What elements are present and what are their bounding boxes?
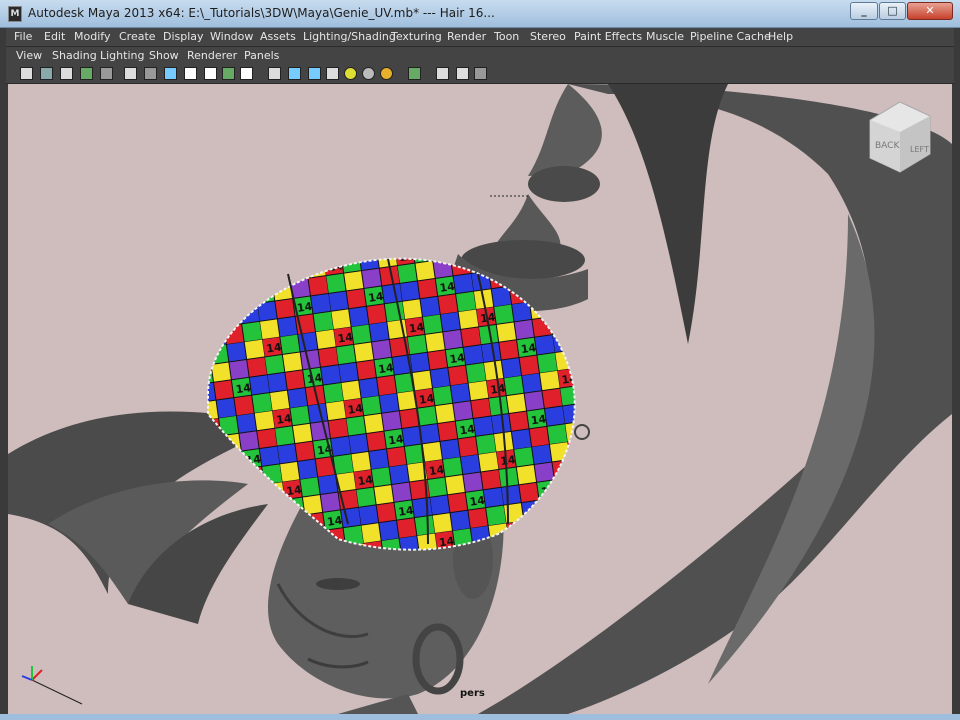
minimize-icon[interactable]: _ [850,2,878,20]
panel-menubar: View Shading Lighting Show Renderer Pane… [6,47,954,64]
title-bar[interactable]: M Autodesk Maya 2013 x64: E:\_Tutorials\… [0,0,960,28]
menu-render[interactable]: Render [447,30,486,43]
maya-app-icon: M [8,6,22,22]
viewcube-side-label: LEFT [910,145,929,154]
menu-pipeline-cache[interactable]: Pipeline Cache [690,30,771,43]
panel-menu-panels[interactable]: Panels [244,49,279,62]
default-light-icon[interactable] [344,67,357,80]
bookmark-icon[interactable] [60,67,73,80]
menu-edit[interactable]: Edit [44,30,65,43]
gate-mask-icon[interactable] [184,67,197,80]
maya-window: M Autodesk Maya 2013 x64: E:\_Tutorials\… [0,0,960,720]
grid-icon[interactable] [124,67,137,80]
camera-name-label: pers [460,688,485,699]
resolution-gate-icon[interactable] [164,67,177,80]
menu-toon[interactable]: Toon [494,30,519,43]
xray-joints-icon[interactable] [456,67,469,80]
2d-pan-zoom-icon[interactable] [100,67,113,80]
panel-menu-lighting[interactable]: Lighting [100,49,144,62]
menu-file[interactable]: File [14,30,32,43]
share-icon[interactable] [474,67,487,80]
wireframe-on-shaded-icon[interactable] [308,67,321,80]
menu-window[interactable]: Window [210,30,253,43]
isolate-select-icon[interactable] [436,67,449,80]
menu-muscle[interactable]: Muscle [646,30,684,43]
viewcube-back-label: BACK [875,141,900,151]
menu-modify[interactable]: Modify [74,30,110,43]
safe-action-icon[interactable] [222,67,235,80]
panel-menu-shading[interactable]: Shading [52,49,97,62]
safe-title-icon[interactable] [240,67,253,80]
axis-gizmo-icon [21,666,83,705]
menu-assets[interactable]: Assets [260,30,296,43]
menu-paint-effects[interactable]: Paint Effects [574,30,642,43]
wireframe-icon[interactable] [268,67,281,80]
shadows-icon[interactable] [380,67,393,80]
window-bottom-border [0,714,960,720]
panel-menu-view[interactable]: View [16,49,42,62]
smooth-shade-icon[interactable] [288,67,301,80]
maximize-icon[interactable]: □ [879,2,906,20]
window-title: Autodesk Maya 2013 x64: E:\_Tutorials\3D… [28,6,495,20]
panel-toolbar [6,64,954,84]
menu-stereo[interactable]: Stereo [530,30,566,43]
main-menubar: File Edit Modify Create Display Window A… [6,28,954,47]
film-gate-icon[interactable] [144,67,157,80]
menu-texturing[interactable]: Texturing [391,30,442,43]
panel-menu-renderer[interactable]: Renderer [187,49,237,62]
viewport-scene: 14 14 [8,84,952,714]
field-chart-icon[interactable] [204,67,217,80]
panel-menu-show[interactable]: Show [149,49,179,62]
textured-icon[interactable] [326,67,339,80]
menu-display[interactable]: Display [163,30,204,43]
perspective-viewport[interactable]: 14 14 [8,84,952,714]
image-plane-icon[interactable] [80,67,93,80]
close-icon[interactable]: ✕ [907,2,953,20]
menu-help[interactable]: Help [768,30,793,43]
menu-create[interactable]: Create [119,30,156,43]
camera-attributes-icon[interactable] [40,67,53,80]
menu-lighting-shading[interactable]: Lighting/Shading [303,30,396,43]
select-camera-icon[interactable] [20,67,33,80]
xray-icon[interactable] [408,67,421,80]
all-lights-icon[interactable] [362,67,375,80]
